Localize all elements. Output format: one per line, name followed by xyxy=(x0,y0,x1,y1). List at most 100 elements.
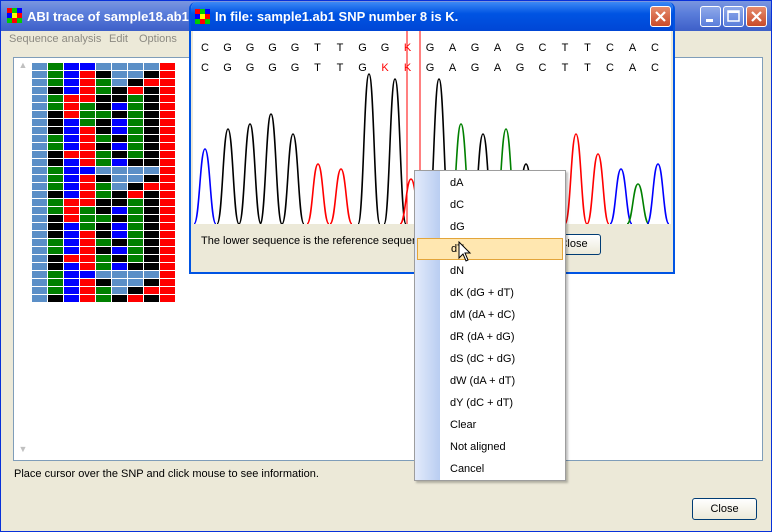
grid-cell[interactable] xyxy=(80,191,95,198)
grid-cell[interactable] xyxy=(160,199,175,206)
menu-item-not-aligned[interactable]: Not aligned xyxy=(415,436,565,458)
grid-cell[interactable] xyxy=(32,271,47,278)
grid-cell[interactable] xyxy=(80,231,95,238)
grid-cell[interactable] xyxy=(64,95,79,102)
grid-cell[interactable] xyxy=(32,191,47,198)
grid-cell[interactable] xyxy=(96,95,111,102)
grid-cell[interactable] xyxy=(64,239,79,246)
grid-cell[interactable] xyxy=(144,279,159,286)
grid-cell[interactable] xyxy=(96,143,111,150)
main-close-window-button[interactable] xyxy=(746,6,767,27)
grid-cell[interactable] xyxy=(48,183,63,190)
grid-cell[interactable] xyxy=(160,63,175,70)
grid-cell[interactable] xyxy=(112,63,127,70)
grid-cell[interactable] xyxy=(64,279,79,286)
grid-cell[interactable] xyxy=(96,255,111,262)
grid-cell[interactable] xyxy=(48,167,63,174)
grid-cell[interactable] xyxy=(32,223,47,230)
grid-cell[interactable] xyxy=(32,79,47,86)
grid-cell[interactable] xyxy=(48,127,63,134)
menu-item-dk[interactable]: dK (dG + dT) xyxy=(415,282,565,304)
grid-cell[interactable] xyxy=(64,199,79,206)
grid-cell[interactable] xyxy=(128,223,143,230)
grid-cell[interactable] xyxy=(32,143,47,150)
grid-cell[interactable] xyxy=(64,119,79,126)
grid-cell[interactable] xyxy=(160,183,175,190)
grid-cell[interactable] xyxy=(128,215,143,222)
grid-cell[interactable] xyxy=(80,95,95,102)
grid-cell[interactable] xyxy=(48,287,63,294)
grid-cell[interactable] xyxy=(160,175,175,182)
grid-cell[interactable] xyxy=(32,71,47,78)
grid-cell[interactable] xyxy=(128,279,143,286)
grid-cell[interactable] xyxy=(48,143,63,150)
grid-cell[interactable] xyxy=(96,247,111,254)
grid-cell[interactable] xyxy=(112,151,127,158)
grid-cell[interactable] xyxy=(144,239,159,246)
grid-cell[interactable] xyxy=(112,71,127,78)
grid-cell[interactable] xyxy=(112,183,127,190)
grid-cell[interactable] xyxy=(112,287,127,294)
grid-cell[interactable] xyxy=(144,207,159,214)
grid-cell[interactable] xyxy=(144,183,159,190)
grid-cell[interactable] xyxy=(64,183,79,190)
grid-cell[interactable] xyxy=(48,79,63,86)
grid-cell[interactable] xyxy=(64,175,79,182)
grid-cell[interactable] xyxy=(48,135,63,142)
grid-cell[interactable] xyxy=(112,103,127,110)
grid-cell[interactable] xyxy=(48,175,63,182)
grid-cell[interactable] xyxy=(64,223,79,230)
menu-item-ds[interactable]: dS (dC + dG) xyxy=(415,348,565,370)
grid-cell[interactable] xyxy=(32,87,47,94)
grid-cell[interactable] xyxy=(144,151,159,158)
grid-cell[interactable] xyxy=(96,135,111,142)
grid-cell[interactable] xyxy=(96,183,111,190)
grid-cell[interactable] xyxy=(128,87,143,94)
grid-cell[interactable] xyxy=(160,127,175,134)
grid-cell[interactable] xyxy=(32,279,47,286)
grid-cell[interactable] xyxy=(80,295,95,302)
grid-cell[interactable] xyxy=(144,263,159,270)
grid-cell[interactable] xyxy=(80,159,95,166)
grid-cell[interactable] xyxy=(128,79,143,86)
scroll-up-arrow[interactable]: ▲ xyxy=(15,60,31,74)
menu-edit[interactable]: Edit xyxy=(109,33,128,45)
grid-cell[interactable] xyxy=(96,111,111,118)
grid-cell[interactable] xyxy=(160,223,175,230)
grid-cell[interactable] xyxy=(144,271,159,278)
grid-cell[interactable] xyxy=(128,143,143,150)
grid-cell[interactable] xyxy=(80,263,95,270)
grid-cell[interactable] xyxy=(112,159,127,166)
grid-cell[interactable] xyxy=(64,207,79,214)
grid-cell[interactable] xyxy=(128,127,143,134)
grid-cell[interactable] xyxy=(160,231,175,238)
grid-cell[interactable] xyxy=(32,295,47,302)
grid-cell[interactable] xyxy=(80,271,95,278)
grid-cell[interactable] xyxy=(112,231,127,238)
grid-cell[interactable] xyxy=(160,271,175,278)
menu-sequence-analysis[interactable]: Sequence analysis xyxy=(9,33,101,45)
grid-cell[interactable] xyxy=(128,207,143,214)
grid-cell[interactable] xyxy=(80,111,95,118)
grid-cell[interactable] xyxy=(160,255,175,262)
grid-cell[interactable] xyxy=(64,71,79,78)
menu-options[interactable]: Options xyxy=(139,33,177,45)
grid-cell[interactable] xyxy=(64,159,79,166)
menu-item-dw[interactable]: dW (dA + dT) xyxy=(415,370,565,392)
grid-cell[interactable] xyxy=(128,199,143,206)
grid-cell[interactable] xyxy=(32,239,47,246)
grid-cell[interactable] xyxy=(48,119,63,126)
grid-cell[interactable] xyxy=(96,159,111,166)
grid-cell[interactable] xyxy=(160,207,175,214)
grid-cell[interactable] xyxy=(160,87,175,94)
maximize-button[interactable] xyxy=(723,6,744,27)
grid-cell[interactable] xyxy=(32,263,47,270)
grid-cell[interactable] xyxy=(160,111,175,118)
grid-cell[interactable] xyxy=(128,63,143,70)
grid-cell[interactable] xyxy=(80,167,95,174)
grid-cell[interactable] xyxy=(48,103,63,110)
grid-cell[interactable] xyxy=(112,111,127,118)
grid-cell[interactable] xyxy=(80,199,95,206)
grid-cell[interactable] xyxy=(64,231,79,238)
grid-cell[interactable] xyxy=(64,143,79,150)
